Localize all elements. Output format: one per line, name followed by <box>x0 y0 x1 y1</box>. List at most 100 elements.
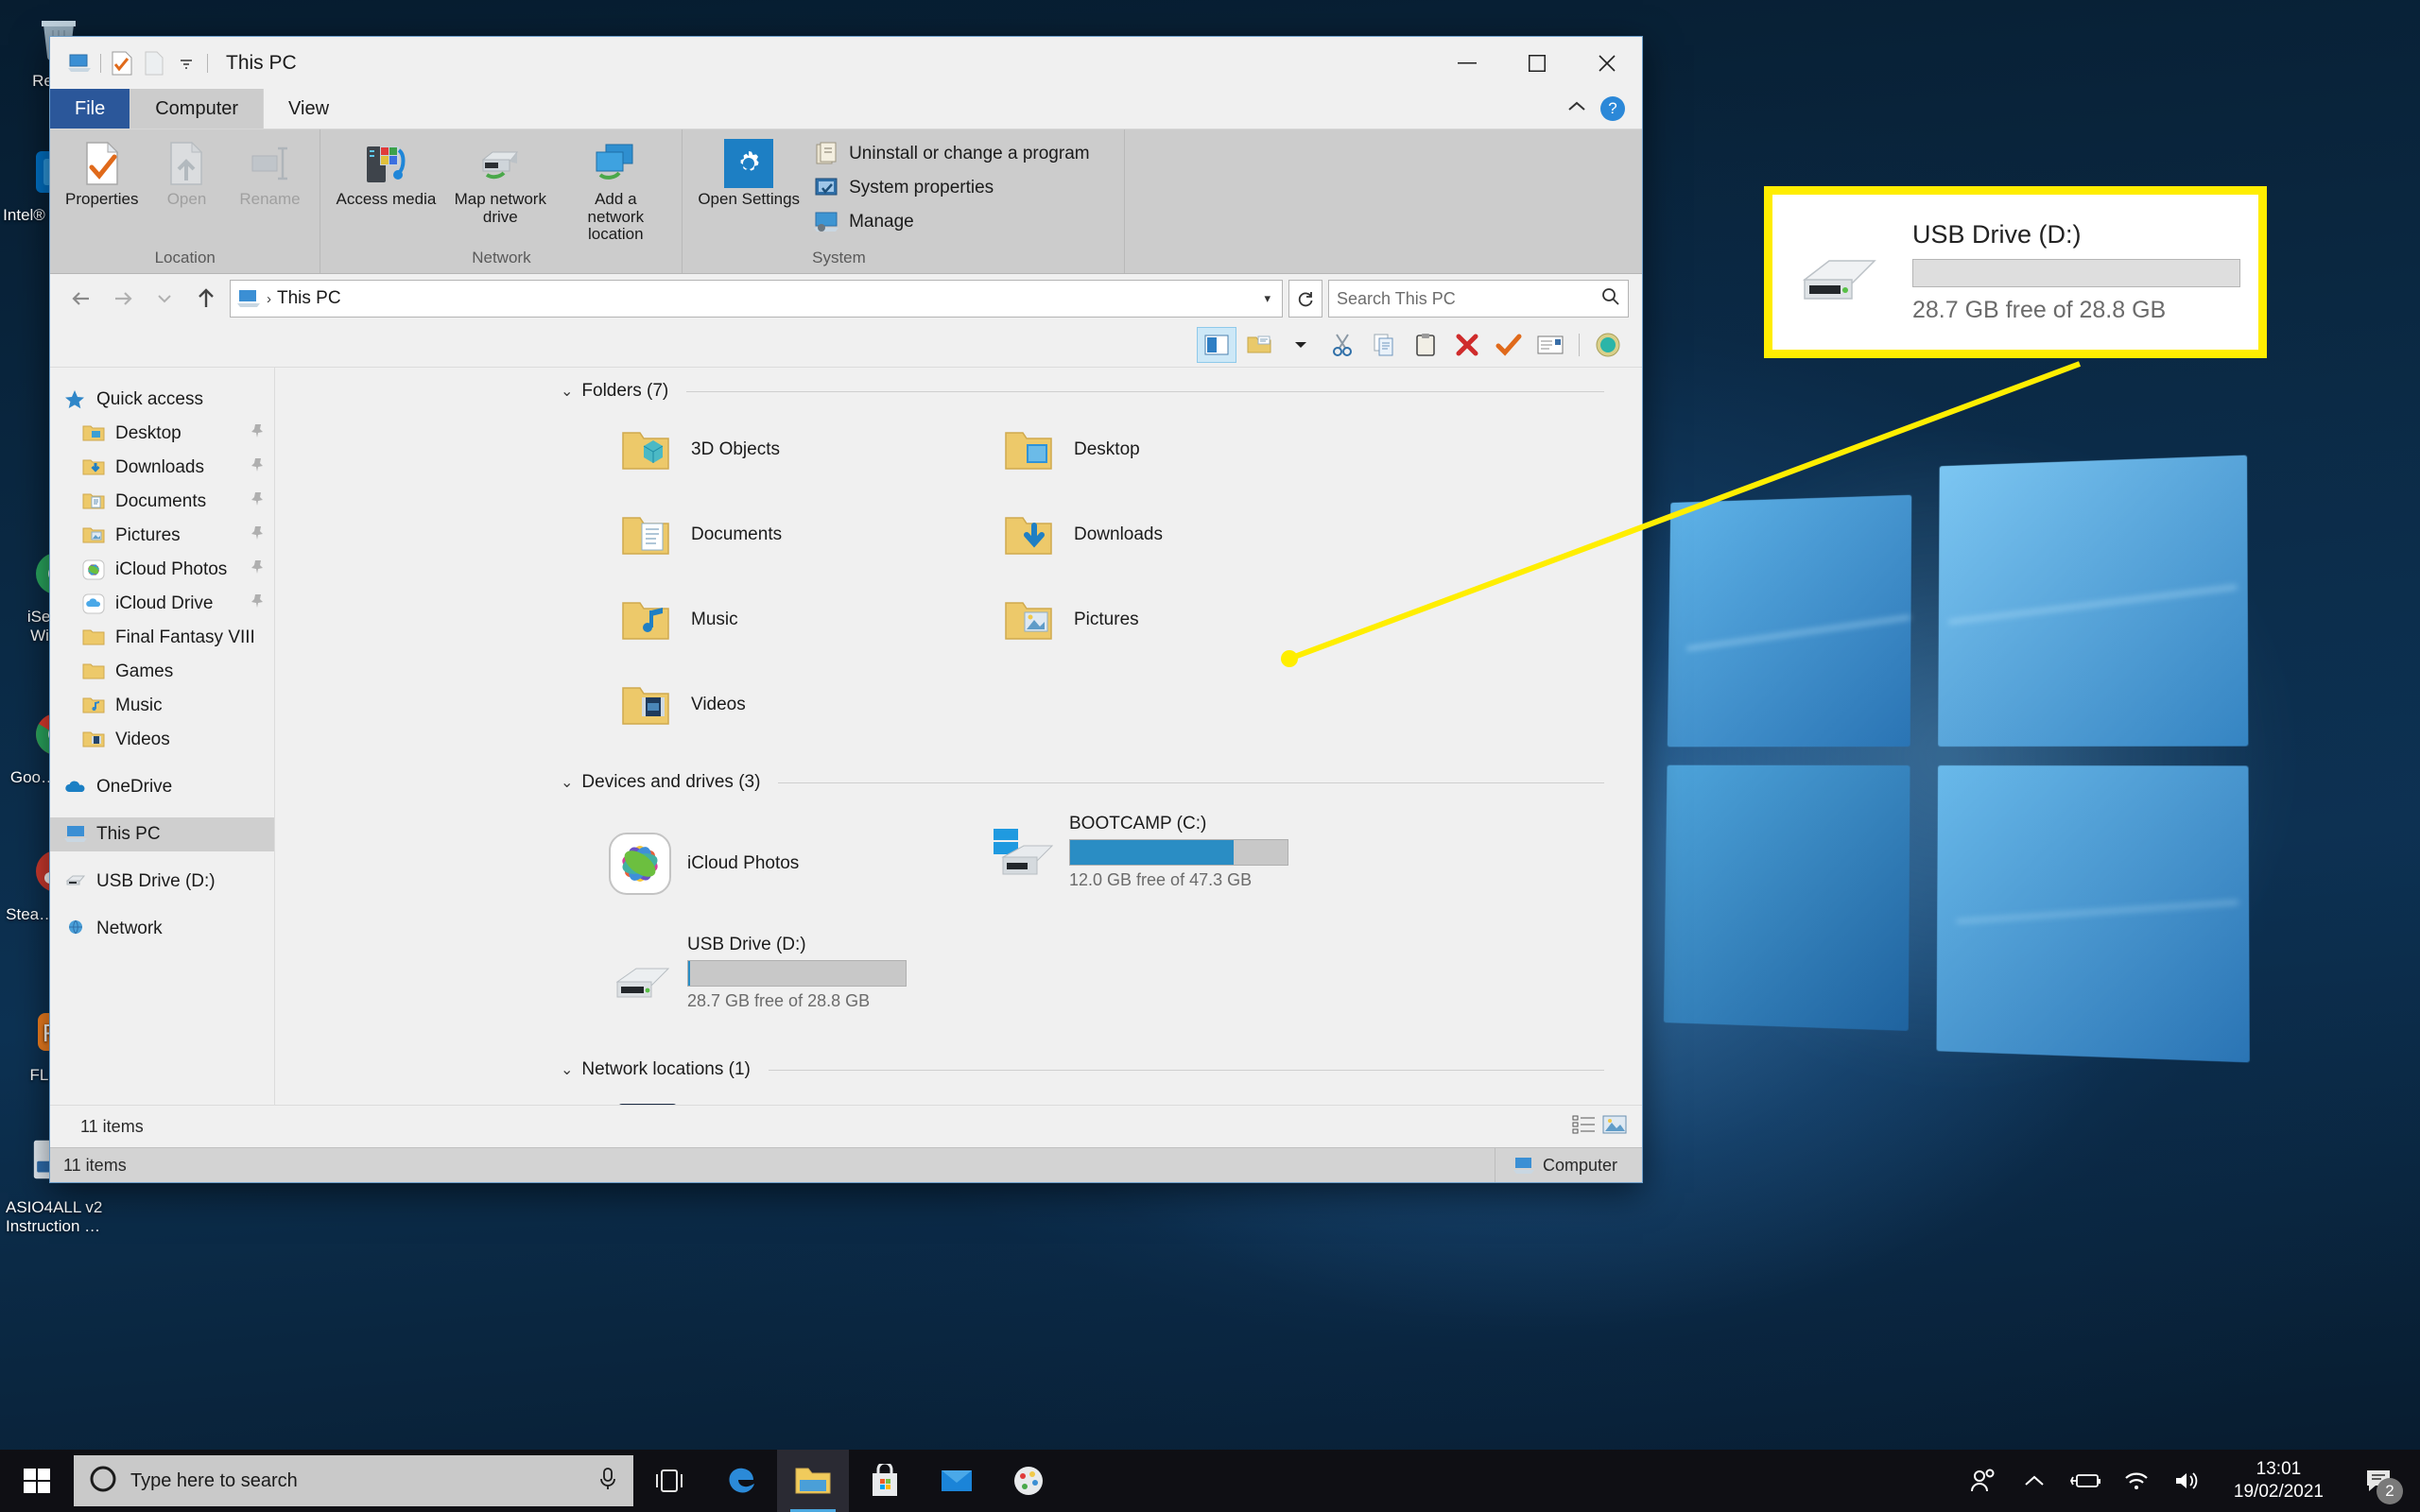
paste-button[interactable] <box>1407 328 1444 362</box>
ribbon-button-open[interactable]: Open <box>146 135 227 213</box>
breadcrumb-dropdown-icon[interactable]: ▾ <box>1264 291 1276 306</box>
ribbon-button-access-media[interactable]: Access media <box>330 135 441 213</box>
pin-icon[interactable] <box>250 559 265 580</box>
search-input[interactable]: Search This PC <box>1328 280 1629 318</box>
forward-button[interactable] <box>105 281 141 317</box>
list-item[interactable]: 3D Objects <box>606 407 989 492</box>
sidebar-item-videos[interactable]: Videos <box>50 723 274 757</box>
rename-button[interactable] <box>1490 328 1528 362</box>
close-button[interactable] <box>1572 37 1642 89</box>
sidebar-item-final-fantasy-viii[interactable]: Final Fantasy VIII <box>50 621 274 655</box>
taskbar-app-file-explorer[interactable] <box>777 1450 849 1512</box>
pin-icon[interactable] <box>250 525 265 546</box>
list-item[interactable]: Downloads <box>989 492 1372 577</box>
up-button[interactable] <box>188 281 224 317</box>
list-item[interactable]: Videos <box>606 662 989 747</box>
wifi-icon[interactable] <box>2120 1465 2152 1497</box>
maximize-button[interactable] <box>1502 37 1572 89</box>
ribbon-button-rename[interactable]: Rename <box>229 135 310 213</box>
battery-icon[interactable] <box>2069 1465 2101 1497</box>
details-view-button[interactable] <box>1572 1114 1597 1140</box>
sidebar-item-icloud-photos[interactable]: iCloud Photos <box>50 553 274 587</box>
back-button[interactable] <box>63 281 99 317</box>
large-icons-view-button[interactable] <box>1602 1114 1627 1140</box>
sidebar-item-this-pc[interactable]: This PC <box>50 817 274 851</box>
list-item[interactable]: Documents <box>606 492 989 577</box>
sidebar-item-network[interactable]: Network <box>50 912 274 946</box>
section-header-devices[interactable]: ⌄ Devices and drives (3) <box>275 759 1642 799</box>
chevron-down-icon[interactable]: ⌄ <box>561 773 573 792</box>
properties-icon[interactable] <box>106 47 138 79</box>
sidebar-item-music[interactable]: Music <box>50 689 274 723</box>
taskbar-app-mail[interactable] <box>921 1450 993 1512</box>
taskbar-app-microsoft-store[interactable] <box>849 1450 921 1512</box>
microphone-icon[interactable] <box>597 1467 618 1496</box>
menu-item-manage[interactable]: Manage <box>813 209 1090 235</box>
cut-button[interactable] <box>1323 328 1361 362</box>
notifications-button[interactable]: 2 <box>2354 1450 2405 1512</box>
sidebar-item-usb-drive[interactable]: USB Drive (D:) <box>50 865 274 899</box>
list-item[interactable]: USB Drive (D:) 28.7 GB free of 28.8 GB <box>606 919 988 1040</box>
recent-locations-dropdown[interactable] <box>147 281 182 317</box>
task-view-button[interactable] <box>633 1450 705 1512</box>
file-list-content[interactable]: ⌄ Folders (7) 3D Objects Desktop Documen… <box>275 368 1642 1105</box>
tab-computer[interactable]: Computer <box>130 89 265 129</box>
sidebar-item-desktop[interactable]: Desktop <box>50 417 274 451</box>
chevron-down-icon[interactable]: ⌄ <box>561 382 573 401</box>
list-item[interactable]: Desktop <box>989 407 1372 492</box>
sidebar-item-pictures[interactable]: Pictures <box>50 519 274 553</box>
refresh-button[interactable] <box>1288 280 1322 318</box>
pin-icon[interactable] <box>250 491 265 512</box>
taskbar-app-paint[interactable] <box>993 1450 1064 1512</box>
sidebar-item-onedrive[interactable]: OneDrive <box>50 770 274 804</box>
usb-drive-icon <box>63 871 88 892</box>
section-header-network-locations[interactable]: ⌄ Network locations (1) <box>275 1046 1642 1086</box>
new-folder-button[interactable] <box>1240 328 1278 362</box>
pictures-folder-icon <box>82 525 107 546</box>
chevron-down-icon[interactable]: ⌄ <box>561 1060 573 1079</box>
menu-item-system-properties[interactable]: System properties <box>813 175 1090 201</box>
minimize-button[interactable] <box>1432 37 1502 89</box>
breadcrumb-item[interactable]: This PC <box>277 288 341 309</box>
preview-pane-toggle[interactable] <box>1197 327 1236 363</box>
people-icon[interactable] <box>1967 1465 1999 1497</box>
delete-button[interactable] <box>1448 328 1486 362</box>
volume-icon[interactable] <box>2171 1465 2204 1497</box>
help-button[interactable] <box>1589 328 1627 362</box>
copy-button[interactable] <box>1365 328 1403 362</box>
tab-view[interactable]: View <box>264 89 354 129</box>
ribbon-button-add-network-location[interactable]: Add a network location <box>559 135 672 248</box>
list-item[interactable]: iCloud Photos <box>606 799 988 919</box>
breadcrumb[interactable]: › This PC ▾ <box>230 280 1283 318</box>
section-header-folders[interactable]: ⌄ Folders (7) <box>275 368 1642 407</box>
pin-icon[interactable] <box>250 457 265 478</box>
tab-file[interactable]: File <box>50 89 130 129</box>
sidebar-item-downloads[interactable]: Downloads <box>50 451 274 485</box>
list-item[interactable]: Pictures <box>989 577 1372 662</box>
list-item[interactable]: Music <box>606 577 989 662</box>
taskbar-search-input[interactable]: Type here to search <box>74 1455 633 1506</box>
ribbon-button-open-settings[interactable]: Open Settings <box>692 135 805 213</box>
list-item[interactable]: BOOTCAMP (C:) 12.0 GB free of 47.3 GB <box>988 799 1370 919</box>
customize-dropdown[interactable] <box>170 47 202 79</box>
pin-icon[interactable] <box>250 423 265 444</box>
this-pc-icon[interactable] <box>63 47 95 79</box>
ribbon-button-map-network-drive[interactable]: Map network drive <box>443 135 557 230</box>
sidebar-item-icloud-drive[interactable]: iCloud Drive <box>50 587 274 621</box>
taskbar-app-edge[interactable] <box>705 1450 777 1512</box>
start-button[interactable] <box>0 1450 74 1512</box>
properties-check-button[interactable] <box>1531 328 1569 362</box>
ribbon-button-properties[interactable]: Properties <box>60 135 144 213</box>
sidebar-item-quick-access[interactable]: Quick access <box>50 383 274 417</box>
sidebar-item-documents[interactable]: Documents <box>50 485 274 519</box>
menu-item-uninstall-program[interactable]: Uninstall or change a program <box>813 141 1090 167</box>
sidebar-item-games[interactable]: Games <box>50 655 274 689</box>
collapse-ribbon-icon[interactable] <box>1566 100 1587 118</box>
clock[interactable]: 13:01 19/02/2021 <box>2222 1458 2335 1503</box>
pin-icon[interactable] <box>250 593 265 614</box>
open-icon[interactable] <box>138 47 170 79</box>
help-icon[interactable]: ? <box>1600 96 1625 121</box>
new-folder-dropdown[interactable] <box>1282 328 1320 362</box>
show-hidden-icons-icon[interactable] <box>2018 1465 2050 1497</box>
list-item[interactable]: WD WDMyCloud <box>606 1086 989 1105</box>
